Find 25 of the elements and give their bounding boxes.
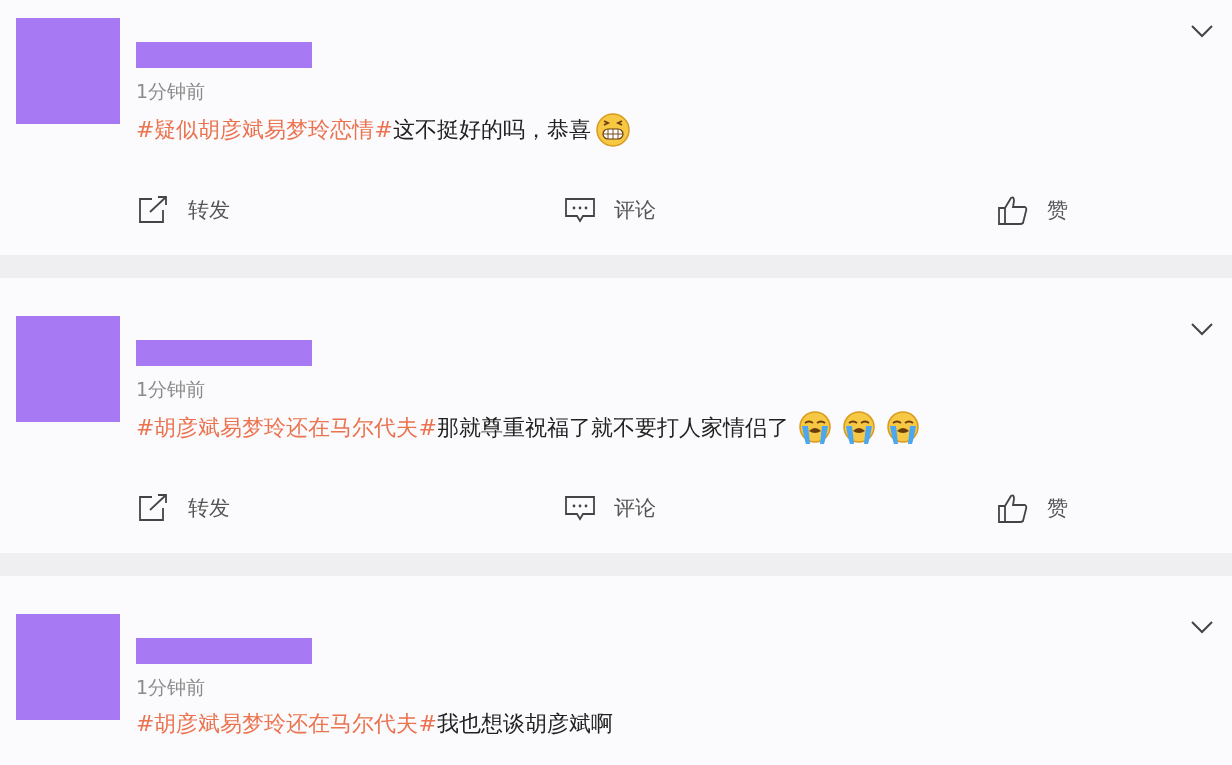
thumbs-up-icon (997, 194, 1029, 226)
comment-button[interactable]: 评论 (564, 194, 997, 226)
crying-face-icon (840, 410, 877, 446)
repost-button[interactable]: 转发 (136, 492, 564, 524)
comment-icon (564, 494, 596, 522)
like-button[interactable]: 赞 (997, 492, 1068, 524)
post-time: 1分钟前 (136, 79, 206, 104)
post-time: 1分钟前 (136, 675, 206, 700)
crying-face-icon (796, 410, 833, 446)
chevron-down-icon[interactable] (1190, 322, 1214, 336)
comment-icon (564, 196, 596, 224)
post-text: 我也想谈胡彦斌啊 (436, 710, 613, 738)
thumbs-up-icon (997, 492, 1029, 524)
repost-button[interactable]: 转发 (136, 194, 564, 226)
crying-face-icon (884, 410, 921, 446)
chevron-down-icon[interactable] (1190, 620, 1214, 634)
comment-button[interactable]: 评论 (564, 492, 997, 524)
grinning-face-icon (594, 112, 631, 148)
post-text: 这不挺好的吗，恭喜 (392, 116, 591, 144)
post-time: 1分钟前 (136, 377, 206, 402)
chevron-down-icon[interactable] (1190, 24, 1214, 38)
share-icon (136, 195, 170, 225)
post-text: 那就尊重祝福了就不要打人家情侣了 (436, 414, 789, 442)
share-icon (136, 493, 170, 523)
like-button[interactable]: 赞 (997, 194, 1068, 226)
